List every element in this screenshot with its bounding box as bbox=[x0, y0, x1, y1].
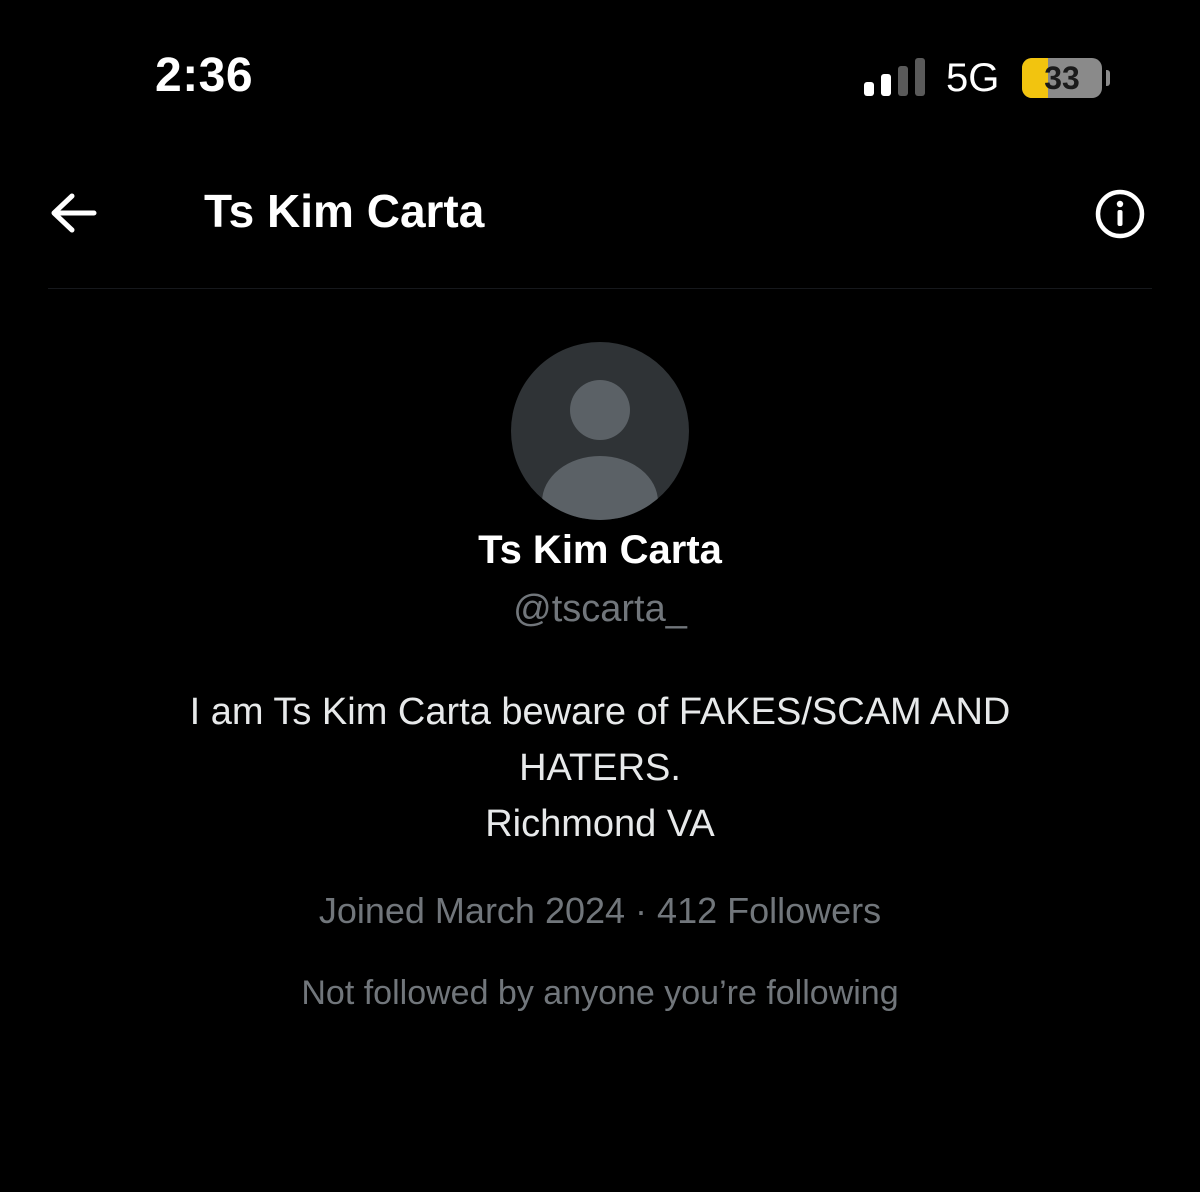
info-circle-icon bbox=[1095, 189, 1145, 239]
battery-level-text: 33 bbox=[1044, 60, 1080, 96]
avatar-placeholder-icon bbox=[542, 380, 658, 520]
avatar[interactable] bbox=[511, 342, 689, 520]
mutual-followers: Not followed by anyone you’re following bbox=[301, 974, 899, 1012]
profile-handle: @tscarta_ bbox=[513, 588, 687, 630]
bio-line: HATERS. bbox=[519, 747, 681, 789]
meta-separator: · bbox=[625, 890, 658, 931]
header-divider bbox=[48, 288, 1152, 289]
profile-meta: Joined March 2024 · 412 Followers bbox=[0, 890, 1200, 932]
battery-tip bbox=[1106, 70, 1110, 86]
followers-count[interactable]: 412 Followers bbox=[657, 890, 881, 931]
bio-line: I am Ts Kim Carta beware of FAKES/SCAM A… bbox=[189, 691, 1011, 733]
status-time: 2:36 bbox=[155, 49, 254, 102]
joined-date: Joined March 2024 bbox=[318, 890, 626, 931]
battery-icon: 33 bbox=[1022, 58, 1102, 98]
profile-name: Ts Kim Carta bbox=[478, 528, 722, 572]
bio-line: Richmond VA bbox=[485, 803, 715, 845]
page-title: Ts Kim Carta bbox=[204, 185, 485, 237]
profile-bio: I am Ts Kim Carta beware of FAKES/SCAM A… bbox=[100, 684, 1100, 852]
arrow-left-icon bbox=[51, 193, 97, 233]
back-button[interactable] bbox=[48, 190, 100, 236]
signal-strength-icon bbox=[864, 58, 925, 96]
info-button[interactable] bbox=[1094, 188, 1146, 240]
network-type: 5G bbox=[946, 56, 1000, 100]
